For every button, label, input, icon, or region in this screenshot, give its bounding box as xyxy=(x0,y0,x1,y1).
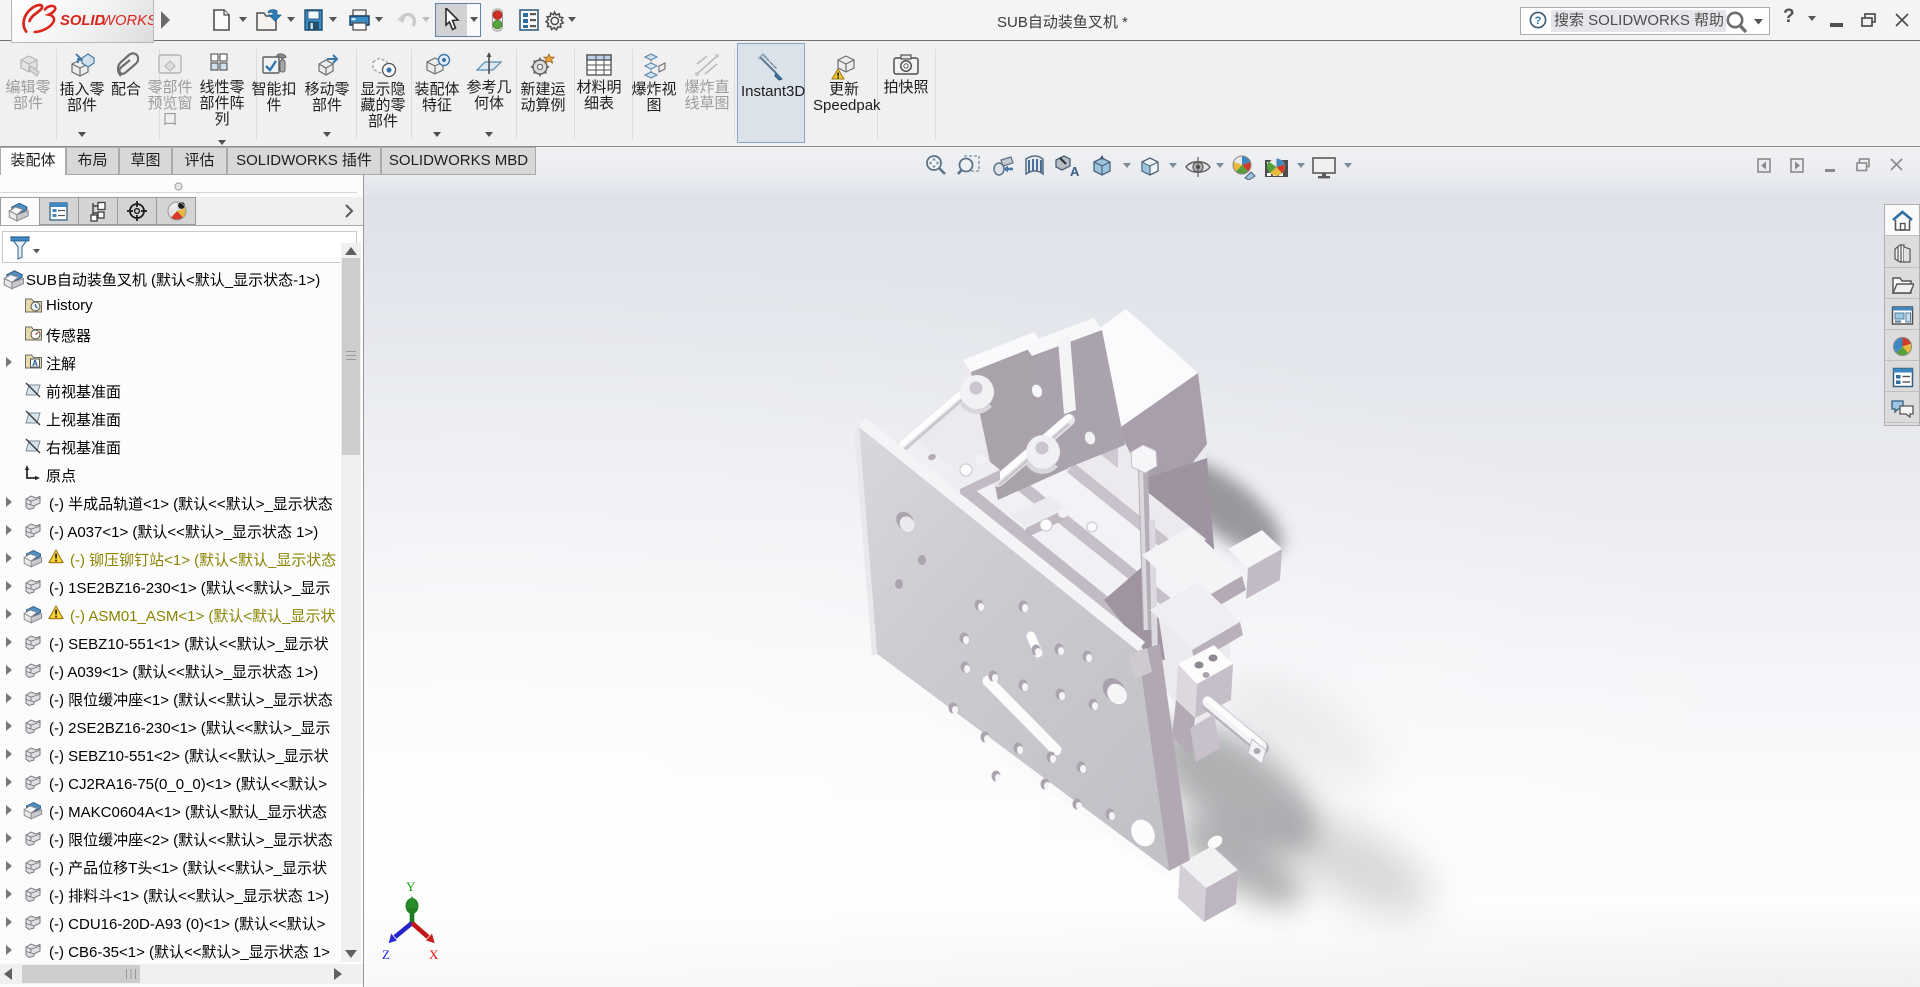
svg-text:A: A xyxy=(32,359,38,368)
svg-text:A: A xyxy=(1070,164,1080,179)
svg-text:WORKS: WORKS xyxy=(101,13,153,29)
svg-text:Y: Y xyxy=(406,879,416,894)
svg-text:SOLID: SOLID xyxy=(60,13,106,29)
svg-text:?: ? xyxy=(1535,15,1542,27)
svg-text:X: X xyxy=(429,947,439,962)
svg-text:Z: Z xyxy=(382,947,390,962)
